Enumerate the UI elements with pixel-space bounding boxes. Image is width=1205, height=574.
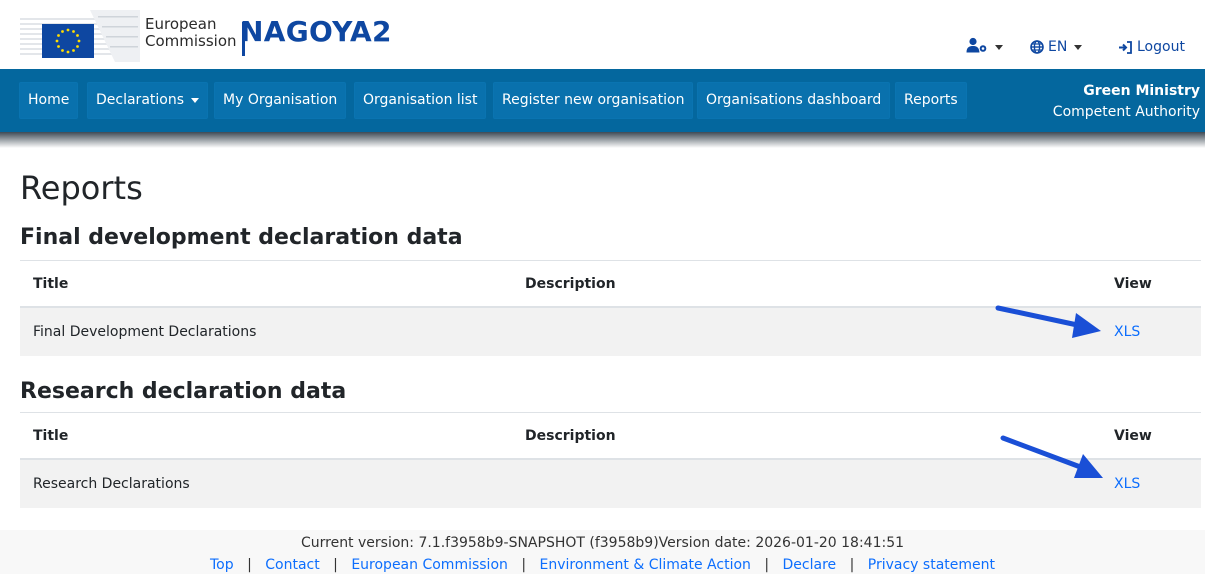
column-header-view: View [1114,275,1152,292]
european-commission-logo[interactable]: European Commission [20,10,245,62]
chevron-down-icon [995,44,1003,50]
footer-separator: | [333,557,338,573]
language-label: EN [1048,39,1068,55]
column-header-description: Description [525,427,616,444]
nav-register-new-organisation[interactable]: Register new organisation [493,82,694,119]
page-title: Reports [20,169,143,207]
version-info: Current version: 7.1.f3958b9-SNAPSHOT (f… [300,535,905,551]
footer-link-european-commission[interactable]: European Commission [351,557,508,573]
logo-text-line1: European [145,15,217,33]
research-table: Title Description View Research Declarat… [20,412,1201,508]
row-title: Final Development Declarations [33,324,257,340]
footer-link-environment-climate-action[interactable]: Environment & Climate Action [540,557,751,573]
nav-register-new-organisation-label: Register new organisation [502,92,685,108]
footer-link-top[interactable]: Top [210,557,234,573]
table-header: Title Description View [20,412,1201,460]
organisation-role: Competent Authority [1052,104,1200,120]
footer-separator: | [521,557,527,573]
footer-link-privacy-statement[interactable]: Privacy statement [868,557,995,573]
logout-link[interactable]: Logout [1118,37,1185,57]
organisation-name: Green Ministry [1083,83,1200,99]
nav-home[interactable]: Home [19,82,79,119]
navbar-shadow [0,132,1205,148]
nav-my-organisation-label: My Organisation [223,92,338,108]
organisation-info: Green Ministry Competent Authority [1053,81,1200,123]
site-footer: Current version: 7.1.f3958b9-SNAPSHOT (f… [0,530,1205,574]
language-dropdown[interactable]: EN [1030,37,1083,57]
footer-separator: | [247,557,252,573]
user-cog-icon [966,37,988,57]
nav-declarations-dropdown[interactable]: Declarations [87,82,209,119]
nav-reports[interactable]: Reports [895,82,967,119]
nav-declarations-label: Declarations [96,92,185,108]
footer-link-contact[interactable]: Contact [265,557,319,573]
column-header-title: Title [33,275,69,292]
table-row: Final Development Declarations XLS [20,308,1201,356]
footer-links: Top | Contact | European Commission | En… [0,556,1205,574]
footer-link-declare[interactable]: Declare [783,557,837,573]
xls-link-text[interactable]: XLS [1114,324,1140,340]
chevron-down-icon [1074,44,1083,50]
nav-organisations-dashboard[interactable]: Organisations dashboard [697,82,891,119]
nav-organisations-dashboard-label: Organisations dashboard [706,92,882,108]
footer-separator: | [849,557,855,573]
column-header-description: Description [525,275,616,292]
xls-download-link[interactable]: XLS [1114,460,1140,508]
nav-my-organisation[interactable]: My Organisation [214,82,347,119]
eu-flag-icon [20,10,140,62]
nav-home-label: Home [28,92,70,108]
nav-organisation-list-label: Organisation list [363,92,478,108]
section-heading-research: Research declaration data [20,379,347,404]
chevron-down-icon [191,98,200,103]
user-menu-dropdown[interactable] [966,37,1003,57]
main-navbar: Home Declarations My Organisation Organi… [0,69,1205,132]
site-header: European Commission NAGOYA2 EN Logout [0,0,1205,69]
final-development-table: Title Description View Final Development… [20,260,1201,356]
logo-text: European Commission [145,16,237,50]
logout-label: Logout [1137,39,1185,55]
footer-separator: | [764,557,770,573]
xls-download-link[interactable]: XLS [1114,308,1140,356]
globe-icon [1030,40,1044,54]
table-header: Title Description View [20,260,1201,308]
app-title[interactable]: NAGOYA2 [240,16,392,48]
logo-text-line2: Commission [145,32,237,50]
column-header-title: Title [33,427,69,444]
section-heading-final-development: Final development declaration data [20,225,463,250]
sign-out-icon [1118,40,1132,54]
column-header-view: View [1114,427,1152,444]
nav-organisation-list[interactable]: Organisation list [354,82,487,119]
table-row: Research Declarations XLS [20,460,1201,508]
xls-link-text[interactable]: XLS [1114,476,1140,492]
nav-reports-label: Reports [904,92,958,108]
row-title: Research Declarations [33,476,190,492]
